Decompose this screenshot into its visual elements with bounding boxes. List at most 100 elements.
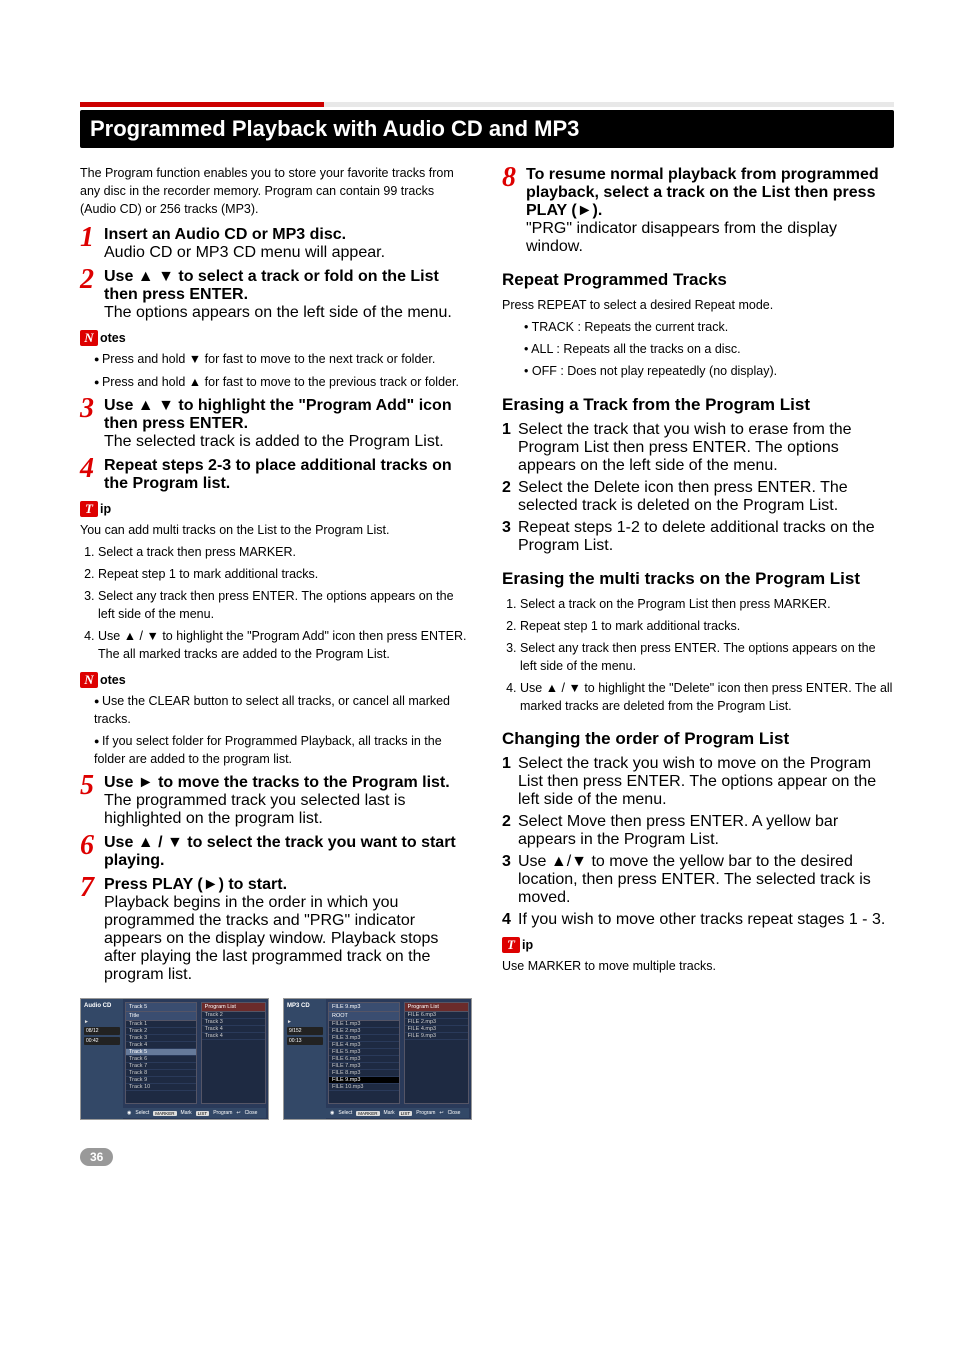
notes-block-2: N otes Use the CLEAR button to select al… xyxy=(80,672,472,769)
heading-repeat: Repeat Programmed Tracks xyxy=(502,270,894,290)
scr-row: FILE 1.mp3 xyxy=(329,1021,399,1028)
scr-row: Track 10 xyxy=(126,1084,196,1091)
step-7: 7 Press PLAY (►) to start. Playback begi… xyxy=(80,876,472,984)
scr-time: 00:42 xyxy=(84,1037,120,1045)
repeat-lead: Press REPEAT to select a desired Repeat … xyxy=(502,296,894,314)
scr-prog-head: Program List xyxy=(405,1003,468,1012)
step-number: 2 xyxy=(80,268,102,292)
step-sub: The selected track is added to the Progr… xyxy=(104,433,472,451)
scr-row: Track 4 xyxy=(202,1033,265,1040)
scr-row: FILE 2.mp3 xyxy=(329,1028,399,1035)
scr-row: FILE 4.mp3 xyxy=(405,1026,468,1033)
scr-header-title: Title xyxy=(126,1012,196,1021)
step-6: 6 Use ▲ / ▼ to select the track you want… xyxy=(80,834,472,870)
tip-list-item: Use ▲ / ▼ to highlight the "Program Add"… xyxy=(98,627,472,663)
scr-row: Track 6 xyxy=(126,1056,196,1063)
note-icon: N xyxy=(80,330,98,346)
note-label: otes xyxy=(100,673,126,687)
step-number: 7 xyxy=(80,876,102,900)
scr-row: FILE 7.mp3 xyxy=(329,1063,399,1070)
note-item: Press and hold ▼ for fast to move to the… xyxy=(94,350,472,368)
erasemulti-step: Select a track on the Program List then … xyxy=(520,595,894,613)
scr-row: Track 2 xyxy=(126,1028,196,1035)
tip-block-1: T ip You can add multi tracks on the Lis… xyxy=(80,501,472,664)
tip-label: ip xyxy=(100,502,111,516)
scr-row: FILE 4.mp3 xyxy=(329,1042,399,1049)
notes-block-1: N otes Press and hold ▼ for fast to move… xyxy=(80,330,472,390)
screenshots-row: Audio CD ► 08/12 00:42 Track 5 Title Tra… xyxy=(80,998,472,1120)
erasemulti-step: Select any track then press ENTER. The o… xyxy=(520,639,894,675)
scr-header-top: FILE 9.mp3 xyxy=(329,1003,399,1012)
step-number: 1 xyxy=(80,226,102,250)
note-item: If you select folder for Programmed Play… xyxy=(94,732,472,768)
scr-row: Track 1 xyxy=(126,1021,196,1028)
change-step: 2Select Move then press ENTER. A yellow … xyxy=(502,813,894,849)
scr-row: Track 3 xyxy=(126,1035,196,1042)
scr-row: FILE 5.mp3 xyxy=(329,1049,399,1056)
step-4: 4 Repeat steps 2-3 to place additional t… xyxy=(80,457,472,493)
change-step: 4If you wish to move other tracks repeat… xyxy=(502,911,894,929)
change-step: 3Use ▲/▼ to move the yellow bar to the d… xyxy=(502,853,894,907)
step-number: 4 xyxy=(80,457,102,481)
scr-header-top: Track 5 xyxy=(126,1003,196,1012)
erase-step: 3Repeat steps 1-2 to delete additional t… xyxy=(502,519,894,555)
repeat-item: ALL : Repeats all the tracks on a disc. xyxy=(524,340,894,358)
scr-row: Track 4 xyxy=(126,1042,196,1049)
scr-row: Track 7 xyxy=(126,1063,196,1070)
note-item: Use the CLEAR button to select all track… xyxy=(94,692,472,728)
note-item: Press and hold ▲ for fast to move to the… xyxy=(94,373,472,391)
step-5: 5 Use ► to move the tracks to the Progra… xyxy=(80,774,472,828)
intro-paragraph: The Program function enables you to stor… xyxy=(80,164,472,218)
step-1: 1 Insert an Audio CD or MP3 disc. Audio … xyxy=(80,226,472,262)
step-number: 6 xyxy=(80,834,102,858)
tip-list-item: Repeat step 1 to mark additional tracks. xyxy=(98,565,472,583)
tip-list-item: Select any track then press ENTER. The o… xyxy=(98,587,472,623)
erasemulti-step: Use ▲ / ▼ to highlight the "Delete" icon… xyxy=(520,679,894,715)
step-bold: Repeat steps 2-3 to place additional tra… xyxy=(104,457,452,492)
step-bold: Use ▲ ▼ to select a track or fold on the… xyxy=(104,268,439,303)
tip-list-item: Select a track then press MARKER. xyxy=(98,543,472,561)
step-bold: To resume normal playback from programme… xyxy=(526,166,879,219)
scr-row: FILE 9.mp3 xyxy=(329,1077,399,1084)
heading-erase: Erasing a Track from the Program List xyxy=(502,395,894,415)
step-sub: "PRG" indicator disappears from the disp… xyxy=(526,220,894,256)
step-2: 2 Use ▲ ▼ to select a track or fold on t… xyxy=(80,268,472,322)
scr-header-title: ROOT xyxy=(329,1012,399,1021)
page-title: Programmed Playback with Audio CD and MP… xyxy=(80,110,894,148)
step-number: 3 xyxy=(80,397,102,421)
left-column: The Program function enables you to stor… xyxy=(80,160,472,1166)
scr-row: FILE 10.mp3 xyxy=(329,1084,399,1091)
scr-row: Track 8 xyxy=(126,1070,196,1077)
step-bold: Insert an Audio CD or MP3 disc. xyxy=(104,226,346,243)
scr-side-title: MP3 CD xyxy=(287,1003,323,1009)
erasemulti-step: Repeat step 1 to mark additional tracks. xyxy=(520,617,894,635)
tip-block-2: T ip Use MARKER to move multiple tracks. xyxy=(502,937,894,975)
tip-lead: You can add multi tracks on the List to … xyxy=(80,521,472,539)
heading-change: Changing the order of Program List xyxy=(502,729,894,749)
step-bold: Use ► to move the tracks to the Program … xyxy=(104,774,450,791)
step-sub: The programmed track you selected last i… xyxy=(104,792,472,828)
repeat-item: TRACK : Repeats the current track. xyxy=(524,318,894,336)
step-number: 8 xyxy=(502,166,524,190)
tip-label: ip xyxy=(522,938,533,952)
scr-prog-head: Program List xyxy=(202,1003,265,1012)
step-8: 8 To resume normal playback from program… xyxy=(502,166,894,256)
scr-row: Track 3 xyxy=(202,1019,265,1026)
scr-row: FILE 6.mp3 xyxy=(329,1056,399,1063)
scr-row: Track 5 xyxy=(126,1049,196,1056)
scr-row: FILE 6.mp3 xyxy=(405,1012,468,1019)
step-sub: Audio CD or MP3 CD menu will appear. xyxy=(104,244,472,262)
step-bold: Use ▲ / ▼ to select the track you want t… xyxy=(104,834,456,869)
scr-bottom-bar: ◉Select MARKERMark LISTProgram ↩Close xyxy=(326,1108,469,1118)
scr-bottom-bar: ◉Select MARKERMark LISTProgram ↩Close xyxy=(123,1108,266,1118)
screenshot-mp3-cd: MP3 CD ► 9/152 00:13 FILE 9.mp3 ROOT FIL… xyxy=(283,998,472,1120)
erase-step: 1Select the track that you wish to erase… xyxy=(502,421,894,475)
scr-row: FILE 2.mp3 xyxy=(405,1019,468,1026)
scr-row: Track 9 xyxy=(126,1077,196,1084)
change-step: 1Select the track you wish to move on th… xyxy=(502,755,894,809)
note-label: otes xyxy=(100,331,126,345)
note-icon: N xyxy=(80,672,98,688)
scr-row: FILE 8.mp3 xyxy=(329,1070,399,1077)
scr-row: Track 2 xyxy=(202,1012,265,1019)
repeat-item: OFF : Does not play repeatedly (no displ… xyxy=(524,362,894,380)
